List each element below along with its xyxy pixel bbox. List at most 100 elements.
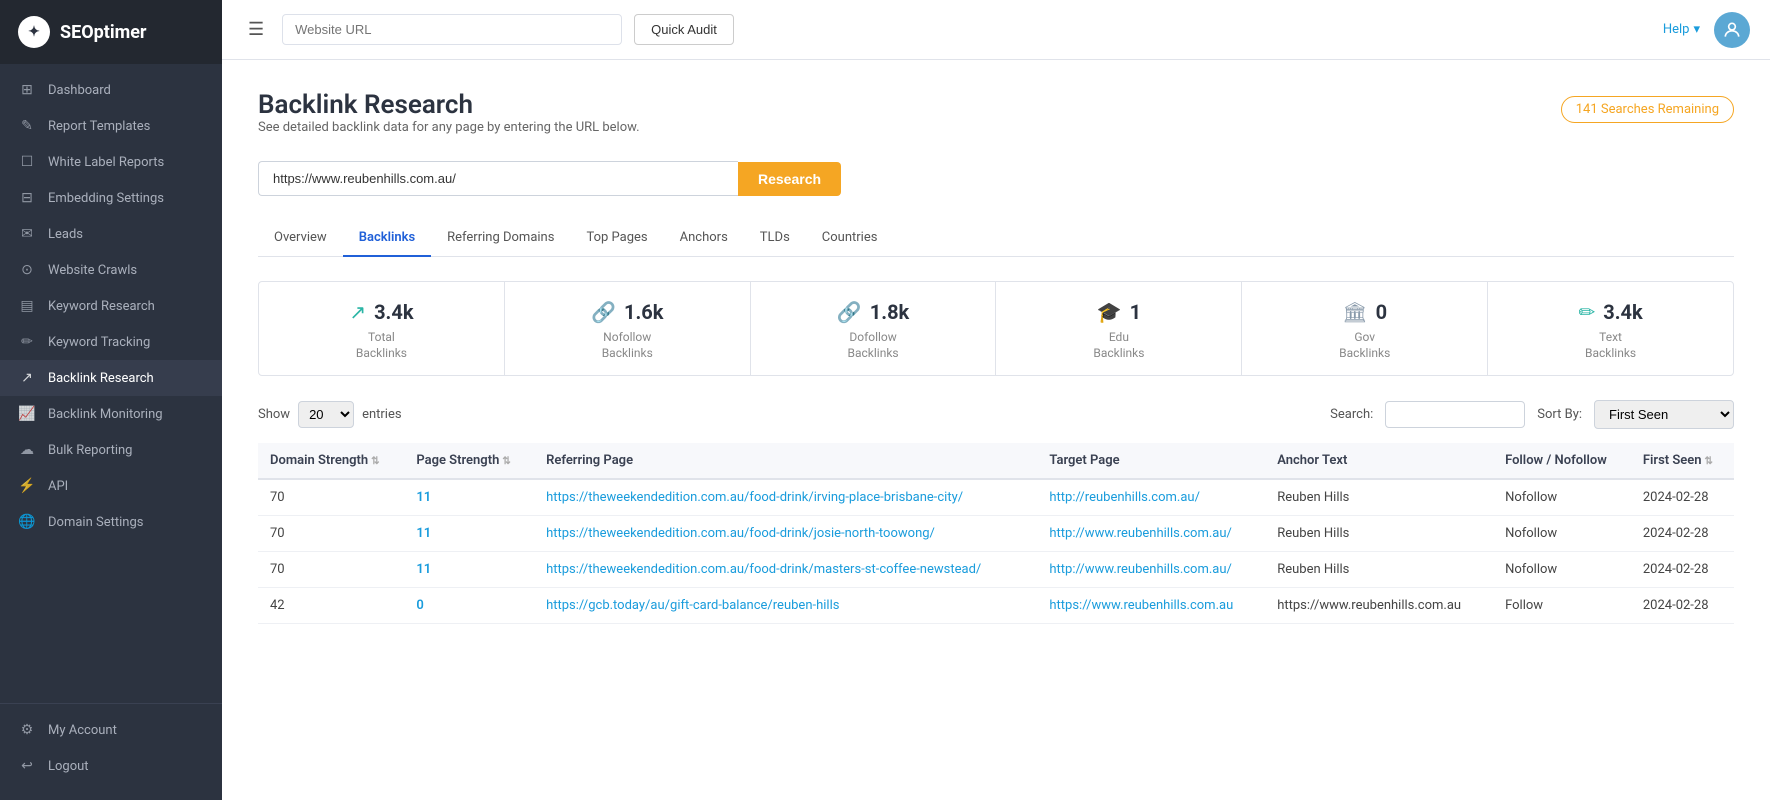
col-anchor-text: Anchor Text — [1265, 443, 1493, 479]
target-page-link[interactable]: http://reubenhills.com.au/ — [1049, 490, 1200, 505]
brand-name: SEOptimer — [60, 22, 147, 43]
first-seen-cell: 2024-02-28 — [1631, 552, 1734, 588]
report-templates-icon: ✎ — [18, 118, 36, 134]
white-label-reports-icon: ☐ — [18, 154, 36, 170]
sidebar-item-label: Backlink Research — [48, 371, 154, 386]
sidebar-item-label: Report Templates — [48, 119, 150, 134]
domain-strength-cell: 70 — [258, 516, 404, 552]
table-search-input[interactable] — [1385, 401, 1525, 428]
tab-top-pages[interactable]: Top Pages — [570, 220, 663, 257]
sidebar-item-label: Keyword Research — [48, 299, 155, 314]
entries-label: entries — [362, 407, 402, 422]
research-button[interactable]: Research — [738, 162, 841, 196]
help-button[interactable]: Help ▾ — [1663, 22, 1700, 37]
referring-page-link[interactable]: https://theweekendedition.com.au/food-dr… — [546, 526, 935, 541]
sidebar-item-embedding-settings[interactable]: ⊟Embedding Settings — [0, 180, 222, 216]
target-page-link[interactable]: https://www.reubenhills.com.au — [1049, 598, 1233, 613]
referring-page-cell: https://theweekendedition.com.au/food-dr… — [534, 516, 1037, 552]
referring-page-link[interactable]: https://gcb.today/au/gift-card-balance/r… — [546, 598, 839, 613]
page-content: Backlink Research See detailed backlink … — [222, 60, 1770, 800]
referring-page-cell: https://theweekendedition.com.au/food-dr… — [534, 479, 1037, 516]
sidebar-item-report-templates[interactable]: ✎ Report Templates — [0, 108, 222, 144]
dashboard-icon: ⊞ — [18, 82, 36, 98]
show-entries-control: Show 102050100 entries — [258, 401, 402, 428]
sidebar-item-backlink-monitoring[interactable]: 📈Backlink Monitoring — [0, 396, 222, 432]
edu-backlinks-value: 1 — [1130, 300, 1141, 324]
table-row: 70 11 https://theweekendedition.com.au/f… — [258, 516, 1734, 552]
referring-page-link[interactable]: https://theweekendedition.com.au/food-dr… — [546, 490, 963, 505]
total-backlinks-icon: ↗ — [349, 300, 366, 324]
domain-strength-cell: 70 — [258, 479, 404, 516]
page-strength-cell: 11 — [404, 516, 534, 552]
text-backlinks-icon: ✏ — [1578, 300, 1595, 324]
leads-icon: ✉ — [18, 226, 36, 242]
topbar-right: Help ▾ — [1663, 12, 1750, 48]
sidebar-item-website-crawls[interactable]: ⊙Website Crawls — [0, 252, 222, 288]
stat-nofollow-backlinks: 🔗 1.6k NofollowBacklinks — [505, 282, 751, 375]
tab-anchors[interactable]: Anchors — [664, 220, 744, 257]
table-row: 42 0 https://gcb.today/au/gift-card-bala… — [258, 588, 1734, 624]
sidebar-item-label: Dashboard — [48, 83, 111, 98]
tab-tlds[interactable]: TLDs — [744, 220, 806, 257]
gov-backlinks-icon: 🏛 — [1342, 300, 1367, 324]
col-page-strength[interactable]: Page Strength⇅ — [404, 443, 534, 479]
tab-referring-domains[interactable]: Referring Domains — [431, 220, 570, 257]
page-header: Backlink Research See detailed backlink … — [258, 90, 1734, 153]
sidebar-item-keyword-research[interactable]: ▤ Keyword Research — [0, 288, 222, 324]
col-first-seen[interactable]: First Seen⇅ — [1631, 443, 1734, 479]
target-page-link[interactable]: http://www.reubenhills.com.au/ — [1049, 526, 1232, 541]
my-account-icon: ⚙ — [18, 722, 36, 738]
stat-dofollow-backlinks: 🔗 1.8k DofollowBacklinks — [751, 282, 997, 375]
text-backlinks-label: TextBacklinks — [1585, 330, 1636, 361]
stat-gov-backlinks: 🏛 0 GovBacklinks — [1242, 282, 1488, 375]
sidebar-item-white-label-reports[interactable]: ☐White Label Reports — [0, 144, 222, 180]
sidebar-item-logout[interactable]: ↩Logout — [0, 748, 222, 784]
sidebar-item-dashboard[interactable]: ⊞ Dashboard — [0, 72, 222, 108]
sidebar-item-label: Embedding Settings — [48, 191, 164, 206]
backlink-research-icon: ↗ — [18, 370, 36, 386]
anchor-text-cell: Reuben Hills — [1265, 479, 1493, 516]
target-page-link[interactable]: http://www.reubenhills.com.au/ — [1049, 562, 1232, 577]
edu-backlinks-icon: 🎓 — [1097, 300, 1122, 324]
first-seen-cell: 2024-02-28 — [1631, 516, 1734, 552]
sidebar-item-backlink-research[interactable]: ↗ Backlink Research — [0, 360, 222, 396]
keyword-research-icon: ▤ — [18, 298, 36, 314]
page-subtitle: See detailed backlink data for any page … — [258, 120, 640, 135]
follow-nofollow-cell: Nofollow — [1493, 479, 1631, 516]
first-seen-cell: 2024-02-28 — [1631, 588, 1734, 624]
sidebar-item-api[interactable]: ⚡API — [0, 468, 222, 504]
sidebar-item-bulk-reporting[interactable]: ☁Bulk Reporting — [0, 432, 222, 468]
searches-remaining-badge: 141 Searches Remaining — [1561, 96, 1734, 123]
nofollow-backlinks-value: 1.6k — [624, 300, 663, 324]
stat-edu-backlinks: 🎓 1 EduBacklinks — [996, 282, 1242, 375]
user-avatar[interactable] — [1714, 12, 1750, 48]
sidebar-item-my-account[interactable]: ⚙My Account — [0, 712, 222, 748]
stat-text-backlinks: ✏ 3.4k TextBacklinks — [1488, 282, 1733, 375]
topbar-url-input[interactable] — [282, 14, 622, 45]
table-row: 70 11 https://theweekendedition.com.au/f… — [258, 479, 1734, 516]
entries-select[interactable]: 102050100 — [298, 401, 354, 428]
logout-icon: ↩ — [18, 758, 36, 774]
sidebar-footer: ⚙My Account↩Logout — [0, 703, 222, 800]
stat-total-backlinks: ↗ 3.4k TotalBacklinks — [259, 282, 505, 375]
url-search-input[interactable] — [258, 161, 738, 196]
sort-select[interactable]: First SeenDomain StrengthPage Strength — [1594, 400, 1734, 429]
target-page-cell: https://www.reubenhills.com.au — [1037, 588, 1265, 624]
tab-backlinks[interactable]: Backlinks — [343, 220, 431, 257]
page-strength-cell: 0 — [404, 588, 534, 624]
quick-audit-button[interactable]: Quick Audit — [634, 14, 734, 45]
hamburger-menu[interactable]: ☰ — [242, 13, 270, 46]
sort-label: Sort By: — [1537, 407, 1582, 422]
sidebar-item-keyword-tracking[interactable]: ✏Keyword Tracking — [0, 324, 222, 360]
nofollow-backlinks-label: NofollowBacklinks — [602, 330, 653, 361]
referring-page-link[interactable]: https://theweekendedition.com.au/food-dr… — [546, 562, 981, 577]
total-backlinks-value: 3.4k — [374, 300, 413, 324]
topbar: ☰ Quick Audit Help ▾ — [222, 0, 1770, 60]
col-domain-strength[interactable]: Domain Strength⇅ — [258, 443, 404, 479]
tab-overview[interactable]: Overview — [258, 220, 343, 257]
sidebar-item-domain-settings[interactable]: 🌐Domain Settings — [0, 504, 222, 540]
show-label: Show — [258, 407, 290, 422]
tab-countries[interactable]: Countries — [806, 220, 894, 257]
dofollow-backlinks-value: 1.8k — [870, 300, 909, 324]
sidebar-item-leads[interactable]: ✉Leads — [0, 216, 222, 252]
